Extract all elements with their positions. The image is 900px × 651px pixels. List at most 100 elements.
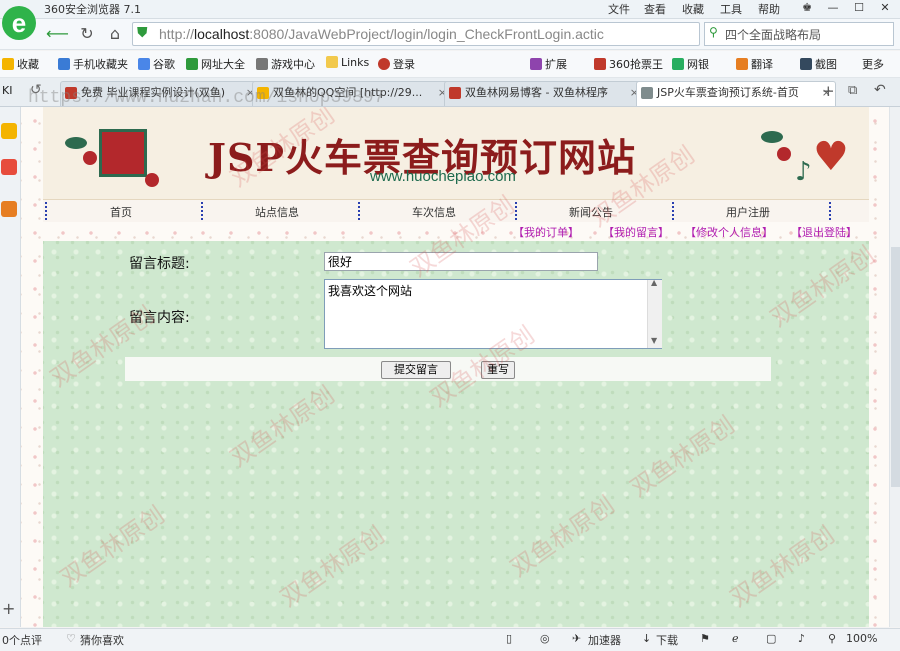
bookmark-games[interactable]: 游戏中心 bbox=[256, 56, 315, 72]
watermark-url: https://www.huzhan.com/ishop39397 bbox=[28, 88, 385, 108]
nav-news[interactable]: 新闻公告 bbox=[553, 204, 629, 220]
rocket-icon: ✈ bbox=[572, 632, 582, 645]
address-url[interactable]: http://localhost:8080/JavaWebProject/log… bbox=[159, 26, 604, 42]
title-label: 留言标题: bbox=[129, 256, 190, 272]
flag-icon[interactable]: ⚑ bbox=[700, 632, 710, 645]
bookmark-label: Links bbox=[341, 56, 370, 69]
comments-status[interactable]: 0个点评 bbox=[2, 632, 42, 648]
toolbar-ticket[interactable]: 360抢票王 bbox=[594, 56, 663, 72]
menu-help[interactable]: 帮助 bbox=[758, 1, 780, 17]
download-button[interactable]: 下载 bbox=[656, 632, 678, 648]
menu-view[interactable]: 查看 bbox=[644, 1, 666, 17]
site-nav: 首页 站点信息 车次信息 新闻公告 用户注册 bbox=[43, 200, 869, 222]
reset-button[interactable]: 重写 bbox=[481, 361, 515, 379]
phone-icon bbox=[58, 58, 70, 70]
bookmark-login[interactable]: 登录 bbox=[378, 56, 415, 72]
menu-favorites[interactable]: 收藏 bbox=[682, 1, 704, 17]
page-favicon-icon bbox=[641, 87, 653, 99]
refresh-icon[interactable]: ↻ bbox=[76, 23, 98, 45]
undo-close-icon[interactable]: ↶ bbox=[874, 82, 886, 98]
bookmark-label: 360抢票王 bbox=[609, 58, 663, 71]
toolbar-translate[interactable]: 翻译 bbox=[736, 56, 773, 72]
ie-icon[interactable]: ℯ bbox=[732, 632, 739, 645]
mobile-icon[interactable]: ▯ bbox=[506, 632, 512, 645]
page-scrollbar-thumb[interactable] bbox=[891, 247, 900, 487]
toolbar-extensions[interactable]: 扩展 bbox=[530, 56, 567, 72]
music-note-icon: ♪ bbox=[795, 157, 812, 187]
bookmark-mobile[interactable]: 手机收藏夹 bbox=[58, 56, 128, 72]
maximize-icon[interactable]: ☐ bbox=[848, 0, 870, 16]
toolbar-bank[interactable]: 网银 bbox=[672, 56, 709, 72]
bookmark-label: 手机收藏夹 bbox=[73, 58, 128, 71]
message-content-textarea[interactable]: 我喜欢这个网站 bbox=[324, 279, 662, 349]
close-window-icon[interactable]: ✕ bbox=[874, 0, 896, 16]
message-title-input[interactable] bbox=[324, 252, 598, 271]
guess-you-like-link[interactable]: 猜你喜欢 bbox=[80, 632, 124, 648]
weibo-icon[interactable] bbox=[1, 159, 17, 175]
search-icon[interactable]: ⚲ bbox=[709, 25, 718, 39]
page-scrollbar[interactable] bbox=[889, 107, 900, 627]
link-edit-profile[interactable]: 【修改个人信息】 bbox=[685, 224, 773, 240]
favorites-star-icon[interactable] bbox=[1, 123, 17, 139]
page-viewport: JSP火车票查询预订网站 www.huochepiao.com ♥ ♪ 首页 站… bbox=[21, 107, 900, 627]
gamepad-icon bbox=[256, 58, 268, 70]
bookmark-links[interactable]: Links bbox=[326, 56, 369, 69]
link-my-orders[interactable]: 【我的订单】 bbox=[513, 224, 579, 240]
link-my-messages[interactable]: 【我的留言】 bbox=[603, 224, 669, 240]
submit-message-button[interactable]: 提交留言 bbox=[381, 361, 451, 379]
minimize-icon[interactable]: — bbox=[822, 0, 844, 16]
holly-leaf-icon bbox=[65, 137, 87, 149]
url-host: localhost bbox=[194, 26, 250, 42]
toolbar-screenshot[interactable]: 截图 bbox=[800, 56, 837, 72]
google-icon bbox=[138, 58, 150, 70]
bookmark-favorites[interactable]: 收藏 bbox=[2, 56, 39, 72]
bookmark-label: 游戏中心 bbox=[271, 58, 315, 71]
tab-4-active[interactable]: JSP火车票查询预订系统-首页 × bbox=[636, 81, 836, 106]
home-icon[interactable]: ⌂ bbox=[104, 23, 126, 45]
secure-shield-icon: ⛊ bbox=[137, 25, 148, 41]
menu-tools[interactable]: 工具 bbox=[720, 1, 742, 17]
browser-nav-bar: ⟵ ↻ ⌂ ⛊ http://localhost:8080/JavaWebPro… bbox=[0, 19, 900, 50]
skin-icon[interactable]: ♚ bbox=[796, 0, 818, 16]
sidebar: + bbox=[0, 107, 21, 627]
login-icon bbox=[378, 58, 390, 70]
url-protocol: http:// bbox=[159, 26, 195, 42]
bookmark-label: 扩展 bbox=[545, 58, 567, 71]
browser-title: 360安全浏览器 7.1 bbox=[44, 3, 141, 16]
nav-separator bbox=[515, 202, 517, 220]
nav-home[interactable]: 首页 bbox=[83, 204, 159, 220]
mail-icon[interactable] bbox=[1, 201, 17, 217]
tab-label: 双鱼林网易博客 - 双鱼林程序 bbox=[465, 86, 608, 99]
accelerator-button[interactable]: 加速器 bbox=[588, 632, 621, 648]
tab-list-icon[interactable]: ⧉ bbox=[848, 83, 857, 98]
bookmark-label: 翻译 bbox=[751, 58, 773, 71]
tab-3[interactable]: 双鱼林网易博客 - 双鱼林程序 × bbox=[444, 81, 644, 106]
link-logout[interactable]: 【退出登陆】 bbox=[791, 224, 857, 240]
nav-register[interactable]: 用户注册 bbox=[710, 204, 786, 220]
nav-trains[interactable]: 车次信息 bbox=[396, 204, 472, 220]
site-banner: JSP火车票查询预订网站 www.huochepiao.com ♥ ♪ bbox=[43, 107, 869, 200]
browser-compat-icon[interactable]: ◎ bbox=[540, 632, 550, 645]
new-tab-icon[interactable]: + bbox=[822, 82, 835, 100]
star-icon bbox=[2, 58, 14, 70]
bookmarks-bar: 收藏 手机收藏夹 谷歌 网址大全 游戏中心 Links 登录 扩展 360抢票王… bbox=[0, 51, 900, 78]
nav-site-info[interactable]: 站点信息 bbox=[239, 204, 315, 220]
textarea-scrollbar[interactable]: ▲ ▼ bbox=[647, 278, 662, 348]
add-sidebar-icon[interactable]: + bbox=[2, 599, 15, 618]
bookmark-portal[interactable]: 网址大全 bbox=[186, 56, 245, 72]
address-bar[interactable]: ⛊ http://localhost:8080/JavaWebProject/l… bbox=[132, 22, 700, 46]
scroll-up-icon[interactable]: ▲ bbox=[651, 278, 657, 287]
scroll-down-icon[interactable]: ▼ bbox=[651, 336, 657, 345]
bookmark-google[interactable]: 谷歌 bbox=[138, 56, 175, 72]
shield-icon bbox=[672, 58, 684, 70]
bookmark-label: 网银 bbox=[687, 58, 709, 71]
tab-scroll-icon[interactable]: KI bbox=[2, 84, 12, 97]
toolbar-more[interactable]: 更多 bbox=[862, 56, 884, 72]
speaker-icon[interactable]: ♪ bbox=[798, 632, 805, 645]
heart-decoration-icon: ♥ bbox=[813, 134, 849, 180]
search-box[interactable]: ⚲ 四个全面战略布局 bbox=[704, 22, 894, 46]
zoom-level[interactable]: 100% bbox=[846, 632, 877, 645]
window-icon[interactable]: ▢ bbox=[766, 632, 776, 645]
back-icon[interactable]: ⟵ bbox=[46, 23, 69, 45]
menu-file[interactable]: 文件 bbox=[608, 1, 630, 17]
